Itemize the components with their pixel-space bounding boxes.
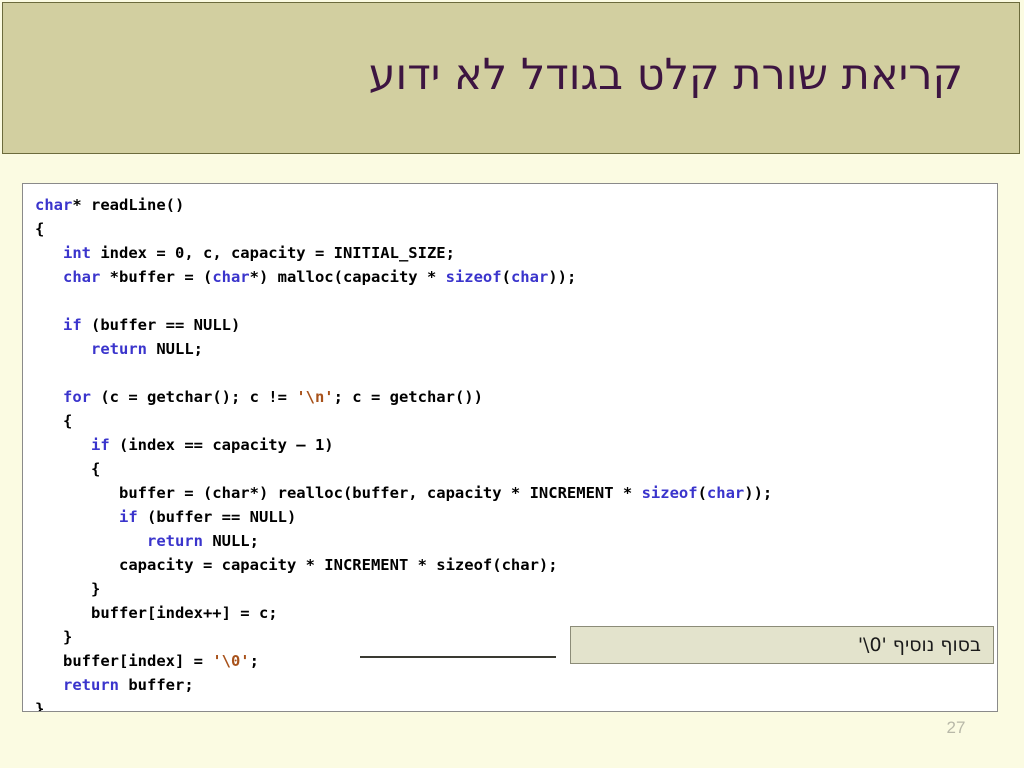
code-text: *buffer = ( <box>100 268 213 286</box>
code-text: ( <box>501 268 511 286</box>
code-text: (c = getchar(); c != <box>91 388 297 406</box>
code-line: capacity = capacity * INCREMENT * sizeof… <box>35 553 997 577</box>
code-keyword: return <box>91 340 147 358</box>
code-line: } <box>35 577 997 601</box>
code-text: buffer; <box>119 676 194 694</box>
callout-box: בסוף נוסיף '0\' <box>570 626 994 664</box>
code-keyword: char <box>212 268 250 286</box>
code-text: capacity = capacity * INCREMENT * sizeof… <box>35 556 558 574</box>
code-line: buffer = (char*) realloc(buffer, capacit… <box>35 481 997 505</box>
code-text: } <box>35 580 101 598</box>
code-line: { <box>35 457 997 481</box>
code-text: buffer[index++] = c; <box>35 604 278 622</box>
code-text: (buffer == NULL) <box>81 316 241 334</box>
code-text: *) malloc(capacity * <box>249 268 446 286</box>
code-text: index = 0, c, capacity = INITIAL_SIZE; <box>91 244 455 262</box>
code-text: buffer = (char*) realloc(buffer, capacit… <box>35 484 642 502</box>
code-line: } <box>35 697 997 712</box>
callout-text: בסוף נוסיף '0\' <box>857 634 981 656</box>
code-keyword: sizeof <box>445 268 502 286</box>
code-line: buffer[index++] = c; <box>35 601 997 625</box>
code-keyword: sizeof <box>641 484 698 502</box>
callout-connector-line <box>360 656 556 658</box>
slide-title-band: קריאת שורת קלט בגודל לא ידוע <box>2 2 1020 154</box>
code-text: ; <box>249 652 259 670</box>
code-text: { <box>35 412 73 430</box>
code-line: for (c = getchar(); c != '\n'; c = getch… <box>35 385 997 409</box>
code-keyword: if <box>119 508 138 526</box>
code-line: return NULL; <box>35 529 997 553</box>
code-text: (buffer == NULL) <box>137 508 297 526</box>
code-keyword: int <box>63 244 91 262</box>
code-text: buffer[index] = <box>35 652 213 670</box>
code-keyword: if <box>91 436 110 454</box>
code-keyword: return <box>63 676 119 694</box>
code-text: )); <box>548 268 577 286</box>
code-text: } <box>35 628 73 646</box>
code-text: (index == capacity – 1) <box>109 436 334 454</box>
code-line: if (buffer == NULL) <box>35 505 997 529</box>
code-keyword: char <box>63 268 101 286</box>
code-string: '\n' <box>296 388 334 406</box>
code-text: ( <box>697 484 707 502</box>
code-line: if (buffer == NULL) <box>35 313 997 337</box>
code-line: { <box>35 409 997 433</box>
code-keyword: char <box>35 196 73 214</box>
code-text: NULL; <box>147 340 203 358</box>
code-keyword: char <box>706 484 745 502</box>
code-line: char *buffer = (char*) malloc(capacity *… <box>35 265 997 289</box>
code-keyword: char <box>510 268 549 286</box>
code-keyword: for <box>63 388 91 406</box>
code-keyword: if <box>63 316 82 334</box>
code-line: int index = 0, c, capacity = INITIAL_SIZ… <box>35 241 997 265</box>
code-text: ; c = getchar()) <box>333 388 483 406</box>
code-line: { <box>35 217 997 241</box>
code-text: { <box>35 220 45 238</box>
code-line: char* readLine() <box>35 193 997 217</box>
code-line: return buffer; <box>35 673 997 697</box>
code-text: )); <box>744 484 773 502</box>
code-keyword: return <box>146 532 203 550</box>
code-line: return NULL; <box>35 337 997 361</box>
code-text: * readLine() <box>72 196 185 214</box>
page-number: 27 <box>946 718 966 737</box>
code-text: { <box>35 460 101 478</box>
page-title: קריאת שורת קלט בגודל לא ידוע <box>368 50 963 100</box>
code-text: } <box>35 700 45 712</box>
code-string: '\0' <box>212 652 250 670</box>
code-line: if (index == capacity – 1) <box>35 433 997 457</box>
code-text: NULL; <box>202 532 259 550</box>
